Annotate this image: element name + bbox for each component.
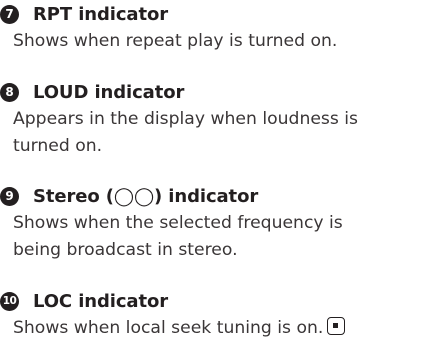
- number-badge: 10: [0, 291, 19, 311]
- entry-loud-indicator: 8 LOUD indicator Appears in the display …: [0, 78, 358, 160]
- description-line: Shows when the selected frequency is: [13, 213, 343, 233]
- description-line: Shows when local seek tuning is on.: [13, 315, 346, 342]
- number-badge: 8: [0, 82, 19, 102]
- entry-stereo-indicator: 9 Stereo (◯◯) indicator Shows when the s…: [0, 182, 343, 264]
- entry-description: Shows when repeat play is turned on.: [13, 28, 337, 55]
- description-line: being broadcast in stereo.: [13, 240, 238, 260]
- entry-heading: 8 LOUD indicator: [0, 78, 358, 106]
- entry-title: LOC indicator: [33, 290, 169, 312]
- entry-title: LOUD indicator: [33, 81, 185, 103]
- entry-description: Appears in the display when loudness is …: [13, 106, 358, 160]
- description-line: Shows when repeat play is turned on.: [13, 31, 338, 51]
- number-badge: 9: [0, 186, 19, 206]
- entry-heading: 10 LOC indicator: [0, 287, 345, 315]
- entry-rpt-indicator: 7 RPT indicator Shows when repeat play i…: [0, 0, 337, 55]
- description-line: Appears in the display when loudness is: [13, 109, 359, 129]
- description-line: turned on.: [13, 136, 103, 156]
- entry-heading: 7 RPT indicator: [0, 0, 337, 28]
- entry-title: RPT indicator: [33, 3, 169, 25]
- description-text: Shows when local seek tuning is on.: [13, 318, 324, 338]
- entry-description: Shows when the selected frequency is bei…: [13, 210, 343, 264]
- number-badge: 7: [0, 4, 19, 24]
- entry-loc-indicator: 10 LOC indicator Shows when local seek t…: [0, 287, 346, 342]
- end-of-section-icon: [327, 317, 346, 335]
- entry-description: Shows when local seek tuning is on.: [13, 315, 346, 342]
- entry-title: Stereo (◯◯) indicator: [33, 185, 259, 207]
- end-mark-square: [333, 323, 339, 328]
- entry-heading: 9 Stereo (◯◯) indicator: [0, 182, 343, 210]
